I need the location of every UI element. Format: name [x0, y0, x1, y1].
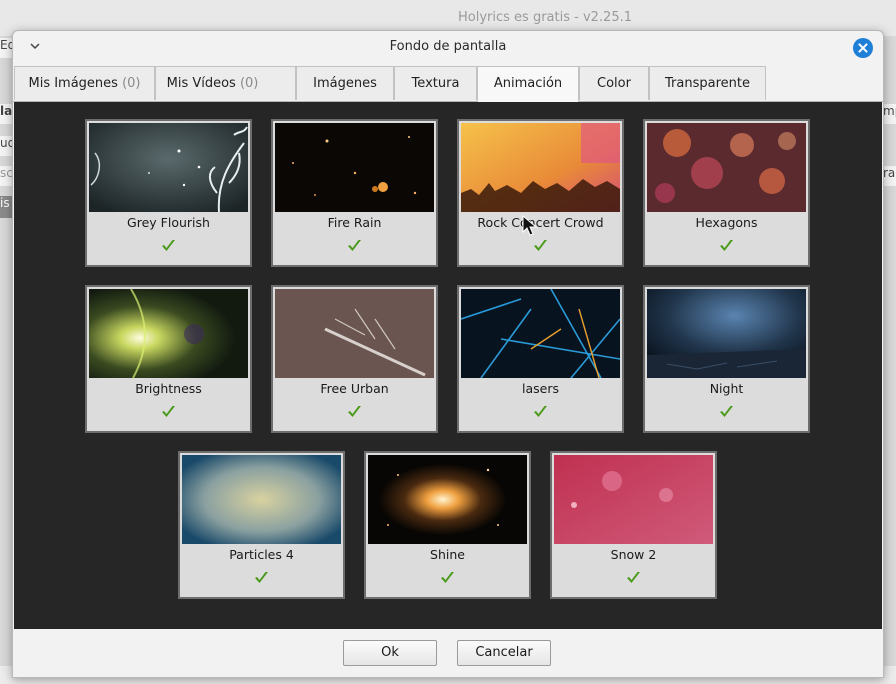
check-icon	[441, 572, 454, 583]
item-label: Night	[709, 381, 744, 396]
thumbnail-particles-4	[182, 455, 341, 544]
animation-item[interactable]: Hexagons	[643, 119, 810, 267]
thumbnail-grey-flourish	[89, 123, 248, 212]
thumbnail-night	[647, 289, 806, 378]
animation-item[interactable]: Fire Rain	[271, 119, 438, 267]
thumbnail-fire-rain	[275, 123, 434, 212]
panel-fragment: la	[0, 104, 12, 124]
panel-fragment: sc	[0, 166, 12, 186]
tab-label: Animación	[493, 76, 563, 91]
wallpaper-dialog: Fondo de pantalla Mis Imágenes (0) Mis V…	[12, 30, 884, 678]
tab-color[interactable]: Color	[579, 66, 649, 100]
thumbnail-shine	[368, 455, 527, 544]
animation-item[interactable]: Rock Concert Crowd	[457, 119, 624, 267]
check-icon	[720, 406, 733, 417]
dialog-header: Fondo de pantalla	[13, 31, 883, 65]
item-label: Brightness	[135, 381, 202, 396]
tab-my-images[interactable]: Mis Imágenes (0)	[14, 66, 155, 100]
tab-texture[interactable]: Textura	[394, 66, 477, 100]
main-window-title: Holyrics es gratis - v2.25.1	[458, 10, 632, 25]
tab-my-videos[interactable]: Mis Vídeos (0)	[155, 66, 423, 100]
panel-fragment: ud	[0, 136, 12, 156]
mouse-cursor-icon	[522, 215, 538, 236]
item-label: Fire Rain	[327, 215, 382, 230]
check-icon	[162, 406, 175, 417]
check-icon	[534, 406, 547, 417]
list-fragment: is	[0, 196, 12, 218]
item-label: Shine	[430, 547, 465, 562]
thumbnail-brightness	[89, 289, 248, 378]
tab-label: Mis Vídeos	[166, 76, 236, 91]
check-icon	[255, 572, 268, 583]
item-label: Free Urban	[320, 381, 389, 396]
tab-transparent[interactable]: Transparente	[649, 66, 766, 100]
tab-count: (0)	[239, 76, 259, 91]
animation-grid: Grey Flourish Fire Rain Rock Concert Cro…	[14, 102, 882, 629]
thumbnail-lasers	[461, 289, 620, 378]
check-icon	[534, 240, 547, 251]
check-icon	[348, 240, 361, 251]
panel-fragment: mp	[883, 104, 896, 124]
tab-count: (0)	[122, 76, 141, 91]
animation-item[interactable]: Free Urban	[271, 285, 438, 433]
check-icon	[348, 406, 361, 417]
item-label: Hexagons	[695, 215, 758, 230]
close-icon[interactable]	[853, 38, 873, 58]
animation-item[interactable]: Shine	[364, 451, 531, 599]
cancel-button[interactable]: Cancelar	[457, 640, 551, 666]
thumbnail-snow-2	[554, 455, 713, 544]
tab-label: Transparente	[665, 76, 750, 91]
animation-item[interactable]: Snow 2	[550, 451, 717, 599]
tab-label: Color	[597, 76, 631, 91]
item-label: Rock Concert Crowd	[477, 215, 604, 230]
animation-item[interactable]: Night	[643, 285, 810, 433]
dialog-title: Fondo de pantalla	[389, 39, 507, 54]
thumbnail-rock-concert-crowd	[461, 123, 620, 212]
menu-fragment: Ed	[0, 38, 12, 58]
animation-item[interactable]: lasers	[457, 285, 624, 433]
item-label: Snow 2	[610, 547, 657, 562]
thumbnail-free-urban	[275, 289, 434, 378]
ok-button[interactable]: Ok	[343, 640, 437, 666]
animation-item[interactable]: Particles 4	[178, 451, 345, 599]
tab-animation[interactable]: Animación	[477, 66, 579, 102]
tab-images[interactable]: Imágenes	[296, 66, 394, 100]
tab-label: Imágenes	[313, 76, 377, 91]
tab-label: Textura	[411, 76, 460, 91]
item-label: Particles 4	[229, 547, 294, 562]
dialog-footer: Ok Cancelar	[13, 630, 883, 677]
animation-item[interactable]: Grey Flourish	[85, 119, 252, 267]
check-icon	[720, 240, 733, 251]
tab-label: Mis Imágenes	[28, 76, 118, 91]
item-label: Grey Flourish	[127, 215, 210, 230]
item-label: lasers	[522, 381, 559, 396]
tab-bar: Mis Imágenes (0) Mis Vídeos (0) Imágenes…	[13, 66, 883, 102]
check-icon	[162, 240, 175, 251]
panel-fragment: ra	[883, 166, 896, 186]
animation-item[interactable]: Brightness	[85, 285, 252, 433]
check-icon	[627, 572, 640, 583]
thumbnail-hexagons	[647, 123, 806, 212]
